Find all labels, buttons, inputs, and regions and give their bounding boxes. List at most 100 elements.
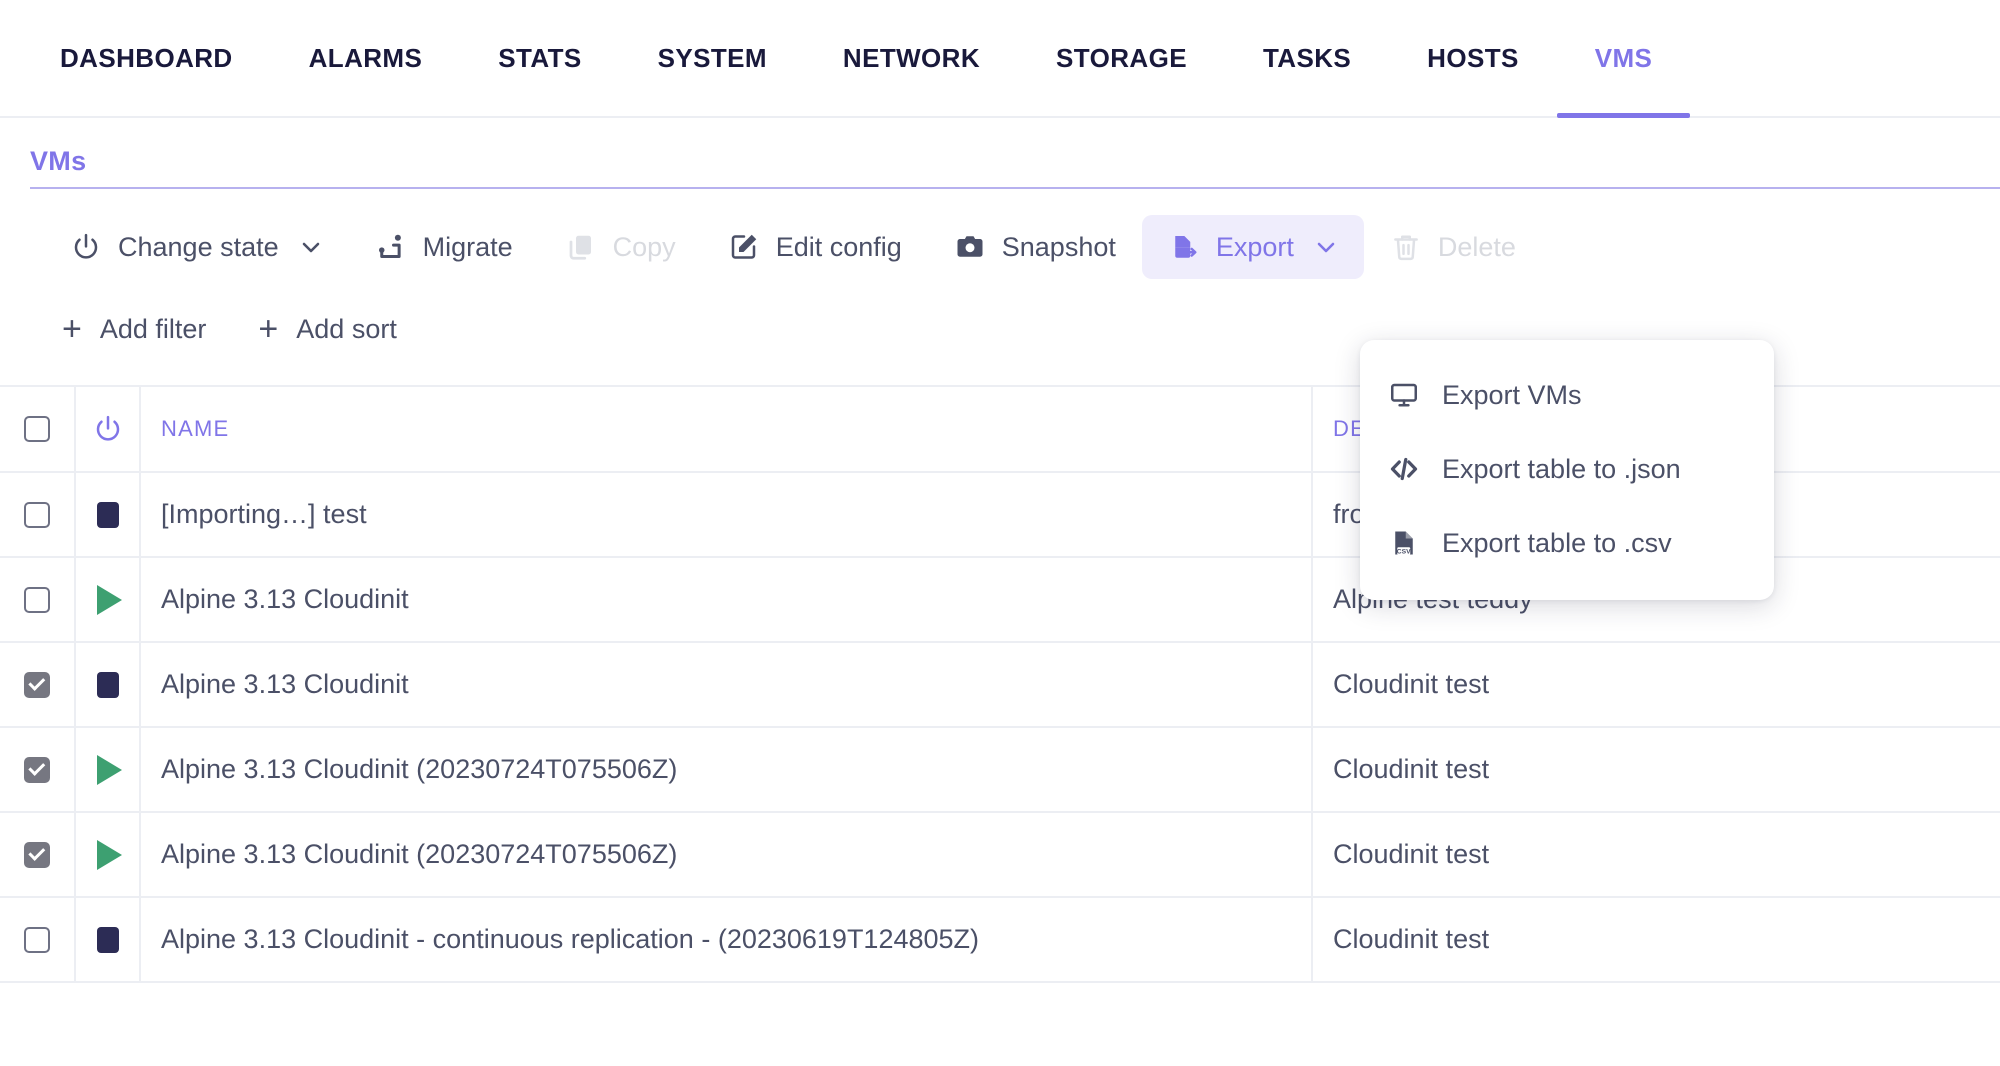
row-checkbox[interactable] — [24, 756, 50, 783]
snapshot-button[interactable]: Snapshot — [928, 215, 1142, 279]
table-row[interactable]: Alpine 3.13 Cloudinit (20230724T075506Z)… — [0, 727, 2000, 813]
nav-tab-label: ALARMS — [308, 42, 423, 73]
copy-label: Copy — [612, 231, 676, 262]
nav-tab-dashboard[interactable]: DASHBOARD — [22, 0, 271, 116]
vm-name: Alpine 3.13 Cloudinit - continuous repli… — [161, 924, 980, 954]
row-checkbox[interactable] — [24, 501, 50, 528]
export-csv-label: Export table to .csv — [1442, 527, 1672, 558]
migrate-icon — [375, 231, 407, 263]
export-csv-menu-item[interactable]: CSV Export table to .csv — [1360, 506, 1774, 580]
export-json-menu-item[interactable]: Export table to .json — [1360, 432, 1774, 506]
vm-description: Cloudinit test — [1333, 754, 1490, 784]
change-state-button[interactable]: Change state — [44, 215, 349, 279]
migrate-button[interactable]: Migrate — [349, 215, 539, 279]
vm-state-stopped-icon — [96, 671, 119, 698]
nav-tab-network[interactable]: NETWORK — [805, 0, 1018, 116]
delete-label: Delete — [1437, 231, 1516, 262]
nav-tab-list: DASHBOARD ALARMS STATS SYSTEM NETWORK ST… — [0, 0, 2000, 118]
select-all-header — [0, 387, 75, 473]
state-column-header[interactable] — [74, 387, 140, 473]
row-checkbox-holder — [0, 643, 74, 726]
nav-tab-label: STORAGE — [1056, 42, 1187, 73]
page-title-container: VMs — [0, 146, 2000, 187]
vm-state-stopped-icon — [96, 501, 119, 528]
copy-icon — [565, 231, 597, 263]
nav-tab-vms[interactable]: VMS — [1556, 0, 1691, 118]
row-name-cell: Alpine 3.13 Cloudinit — [139, 642, 1312, 728]
export-button[interactable]: Export — [1141, 215, 1364, 279]
row-select-cell — [0, 642, 75, 728]
vm-name: Alpine 3.13 Cloudinit (20230724T075506Z) — [161, 839, 678, 869]
vm-action-toolbar: Change state Migrate Copy Edit config Sn… — [0, 215, 2000, 279]
camera-icon — [954, 231, 986, 263]
vm-description: Cloudinit test — [1333, 839, 1490, 869]
vm-name: Alpine 3.13 Cloudinit — [161, 584, 409, 614]
nav-tab-hosts[interactable]: HOSTS — [1389, 0, 1557, 116]
code-brackets-icon — [1388, 453, 1420, 485]
state-indicator-holder — [76, 558, 139, 641]
state-indicator-holder — [76, 643, 139, 726]
chevron-down-icon — [299, 235, 323, 259]
row-state-cell — [74, 812, 140, 898]
nav-tab-tasks[interactable]: TASKS — [1225, 0, 1389, 116]
row-description-cell: Cloudinit test — [1311, 727, 2000, 813]
row-state-cell — [74, 557, 140, 643]
nav-tab-alarms[interactable]: ALARMS — [271, 0, 461, 116]
row-select-cell — [0, 812, 75, 898]
svg-text:CSV: CSV — [1397, 548, 1411, 555]
edit-config-label: Edit config — [775, 231, 902, 262]
edit-config-button[interactable]: Edit config — [702, 215, 928, 279]
vm-name: Alpine 3.13 Cloudinit — [161, 669, 409, 699]
chevron-down-icon — [1314, 235, 1338, 259]
row-state-cell — [74, 472, 140, 558]
table-row[interactable]: Alpine 3.13 Cloudinit Cloudinit test — [0, 642, 2000, 728]
top-navigation-bar: DASHBOARD ALARMS STATS SYSTEM NETWORK ST… — [0, 0, 2000, 118]
row-select-cell — [0, 472, 75, 558]
row-description-cell: Cloudinit test — [1311, 812, 2000, 898]
vm-name: Alpine 3.13 Cloudinit (20230724T075506Z) — [161, 754, 678, 784]
row-checkbox[interactable] — [24, 926, 50, 953]
name-column-header[interactable]: NAME — [139, 387, 1312, 473]
nav-tab-label: STATS — [498, 42, 582, 73]
row-select-cell — [0, 557, 75, 643]
nav-tab-system[interactable]: SYSTEM — [620, 0, 805, 116]
row-select-cell — [0, 727, 75, 813]
export-file-icon — [1168, 231, 1200, 263]
name-column-header-label: NAME — [161, 416, 230, 441]
row-name-cell: Alpine 3.13 Cloudinit - continuous repli… — [139, 897, 1312, 983]
state-indicator-holder — [76, 813, 139, 896]
table-row[interactable]: Alpine 3.13 Cloudinit - continuous repli… — [0, 897, 2000, 983]
power-icon — [70, 231, 102, 263]
row-checkbox-holder — [0, 558, 74, 641]
nav-tab-storage[interactable]: STORAGE — [1018, 0, 1225, 116]
state-indicator-holder — [76, 898, 139, 981]
row-state-cell — [74, 727, 140, 813]
row-checkbox[interactable] — [24, 841, 50, 868]
export-dropdown-menu: Export VMs Export table to .json CSV Exp… — [1360, 340, 1774, 600]
row-checkbox[interactable] — [24, 671, 50, 698]
vm-state-running-icon — [97, 754, 122, 785]
row-name-cell: Alpine 3.13 Cloudinit (20230724T075506Z) — [139, 727, 1312, 813]
export-vms-menu-item[interactable]: Export VMs — [1360, 358, 1774, 432]
table-row[interactable]: Alpine 3.13 Cloudinit (20230724T075506Z)… — [0, 812, 2000, 898]
row-checkbox-holder — [0, 728, 74, 811]
vm-state-running-icon — [97, 584, 122, 615]
add-filter-button[interactable]: + Add filter — [62, 312, 206, 346]
page-title-divider — [30, 187, 2000, 189]
trash-icon — [1390, 231, 1422, 263]
select-all-checkbox[interactable] — [24, 416, 50, 442]
nav-tab-label: NETWORK — [842, 42, 981, 73]
state-indicator-holder — [76, 473, 139, 556]
row-checkbox[interactable] — [24, 586, 50, 613]
nav-tab-label: TASKS — [1262, 42, 1352, 73]
vm-name: [Importing…] test — [161, 499, 367, 529]
nav-tab-stats[interactable]: STATS — [460, 0, 619, 116]
row-select-cell — [0, 897, 75, 983]
row-name-cell: Alpine 3.13 Cloudinit — [139, 557, 1312, 643]
row-state-cell — [74, 897, 140, 983]
edit-pencil-icon — [728, 231, 760, 263]
row-name-cell: [Importing…] test — [139, 472, 1312, 558]
power-icon — [93, 414, 123, 444]
row-name-cell: Alpine 3.13 Cloudinit (20230724T075506Z) — [139, 812, 1312, 898]
add-sort-button[interactable]: + Add sort — [258, 312, 396, 346]
